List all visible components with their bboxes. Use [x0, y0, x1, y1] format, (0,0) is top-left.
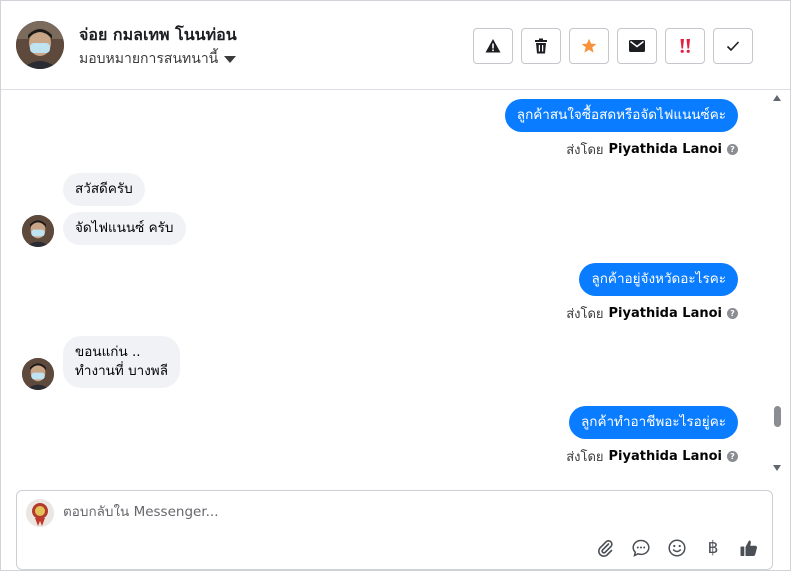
baht-icon: ฿: [707, 538, 719, 558]
info-icon[interactable]: ?: [727, 144, 738, 155]
sent-by-label: ส่งโดย Piyathida Lanoi ?: [566, 446, 738, 467]
reply-composer: ฿: [16, 490, 773, 570]
contact-avatar-small[interactable]: [22, 358, 54, 390]
thumbs-up-icon: [740, 540, 758, 556]
incoming-message[interactable]: สวัสดีครับ: [63, 173, 145, 206]
saved-replies-button[interactable]: [630, 537, 652, 559]
emoji-button[interactable]: [666, 537, 688, 559]
smiley-icon: [668, 539, 686, 557]
reply-input[interactable]: [63, 504, 563, 520]
scroll-down-arrow-icon[interactable]: [773, 465, 781, 471]
conversation-panel: จ่อย กมลเทพ โนนท่อน มอบหมายการสนทนานี้ ล…: [0, 0, 791, 571]
mark-done-button[interactable]: [713, 28, 753, 64]
message-line: ขอนแก่น ..: [75, 344, 141, 360]
warning-icon: [485, 39, 501, 53]
mark-unread-button[interactable]: [617, 28, 657, 64]
outgoing-message[interactable]: ลูกค้าอยู่จังหวัดอะไรคะ: [579, 263, 738, 296]
delete-button[interactable]: [521, 28, 561, 64]
sender-name: Piyathida Lanoi: [608, 142, 722, 157]
conversation-actions: [473, 28, 753, 64]
speech-bubble-icon: [632, 539, 650, 557]
payment-button[interactable]: ฿: [702, 537, 724, 559]
contact-name: จ่อย กมลเทพ โนนท่อน: [79, 25, 237, 44]
info-icon[interactable]: ?: [727, 308, 738, 319]
composer-tools: ฿: [594, 537, 760, 559]
double-exclamation-icon: [680, 39, 690, 53]
report-button[interactable]: [473, 28, 513, 64]
incoming-message[interactable]: ขอนแก่น .. ทำงานที่ บางพลี: [63, 336, 180, 388]
assign-label: มอบหมายการสนทนานี้: [79, 51, 219, 67]
message-line: ทำงานที่ บางพลี: [75, 363, 168, 379]
caret-down-icon: [224, 55, 237, 63]
contact-avatar-small[interactable]: [22, 215, 54, 247]
trash-icon: [535, 38, 547, 54]
assign-conversation-dropdown[interactable]: มอบหมายการสนทนานี้: [79, 48, 237, 70]
follow-up-button[interactable]: [665, 28, 705, 64]
sent-by-label: ส่งโดย Piyathida Lanoi ?: [566, 139, 738, 160]
sent-by-prefix: ส่งโดย: [566, 143, 604, 158]
sent-by-prefix: ส่งโดย: [566, 307, 604, 322]
sent-by-prefix: ส่งโดย: [566, 450, 604, 465]
conversation-header: จ่อย กมลเทพ โนนท่อน มอบหมายการสนทนานี้: [1, 1, 790, 90]
outgoing-message[interactable]: ลูกค้าทำอาชีพอะไรอยู่คะ: [569, 406, 738, 439]
sent-by-label: ส่งโดย Piyathida Lanoi ?: [566, 303, 738, 324]
check-icon: [726, 41, 740, 52]
contact-avatar[interactable]: [16, 21, 64, 69]
incoming-message[interactable]: จัดไฟแนนซ์ ครับ: [63, 212, 186, 245]
outgoing-message[interactable]: ลูกค้าสนใจซื้อสดหรือจัดไฟแนนซ์คะ: [504, 99, 738, 132]
sender-name: Piyathida Lanoi: [608, 449, 722, 464]
sender-name: Piyathida Lanoi: [608, 306, 722, 321]
scrollbar-thumb[interactable]: [774, 406, 781, 427]
info-icon[interactable]: ?: [727, 451, 738, 462]
scroll-up-arrow-icon[interactable]: [773, 95, 781, 101]
like-button[interactable]: [738, 537, 760, 559]
message-thread[interactable]: ลูกค้าสนใจซื้อสดหรือจัดไฟแนนซ์คะ ส่งโดย …: [1, 91, 790, 479]
star-button[interactable]: [569, 28, 609, 64]
paperclip-icon: [597, 540, 613, 557]
envelope-icon: [629, 40, 645, 52]
attach-button[interactable]: [594, 537, 616, 559]
agent-avatar: [26, 499, 54, 527]
star-icon: [581, 38, 597, 53]
